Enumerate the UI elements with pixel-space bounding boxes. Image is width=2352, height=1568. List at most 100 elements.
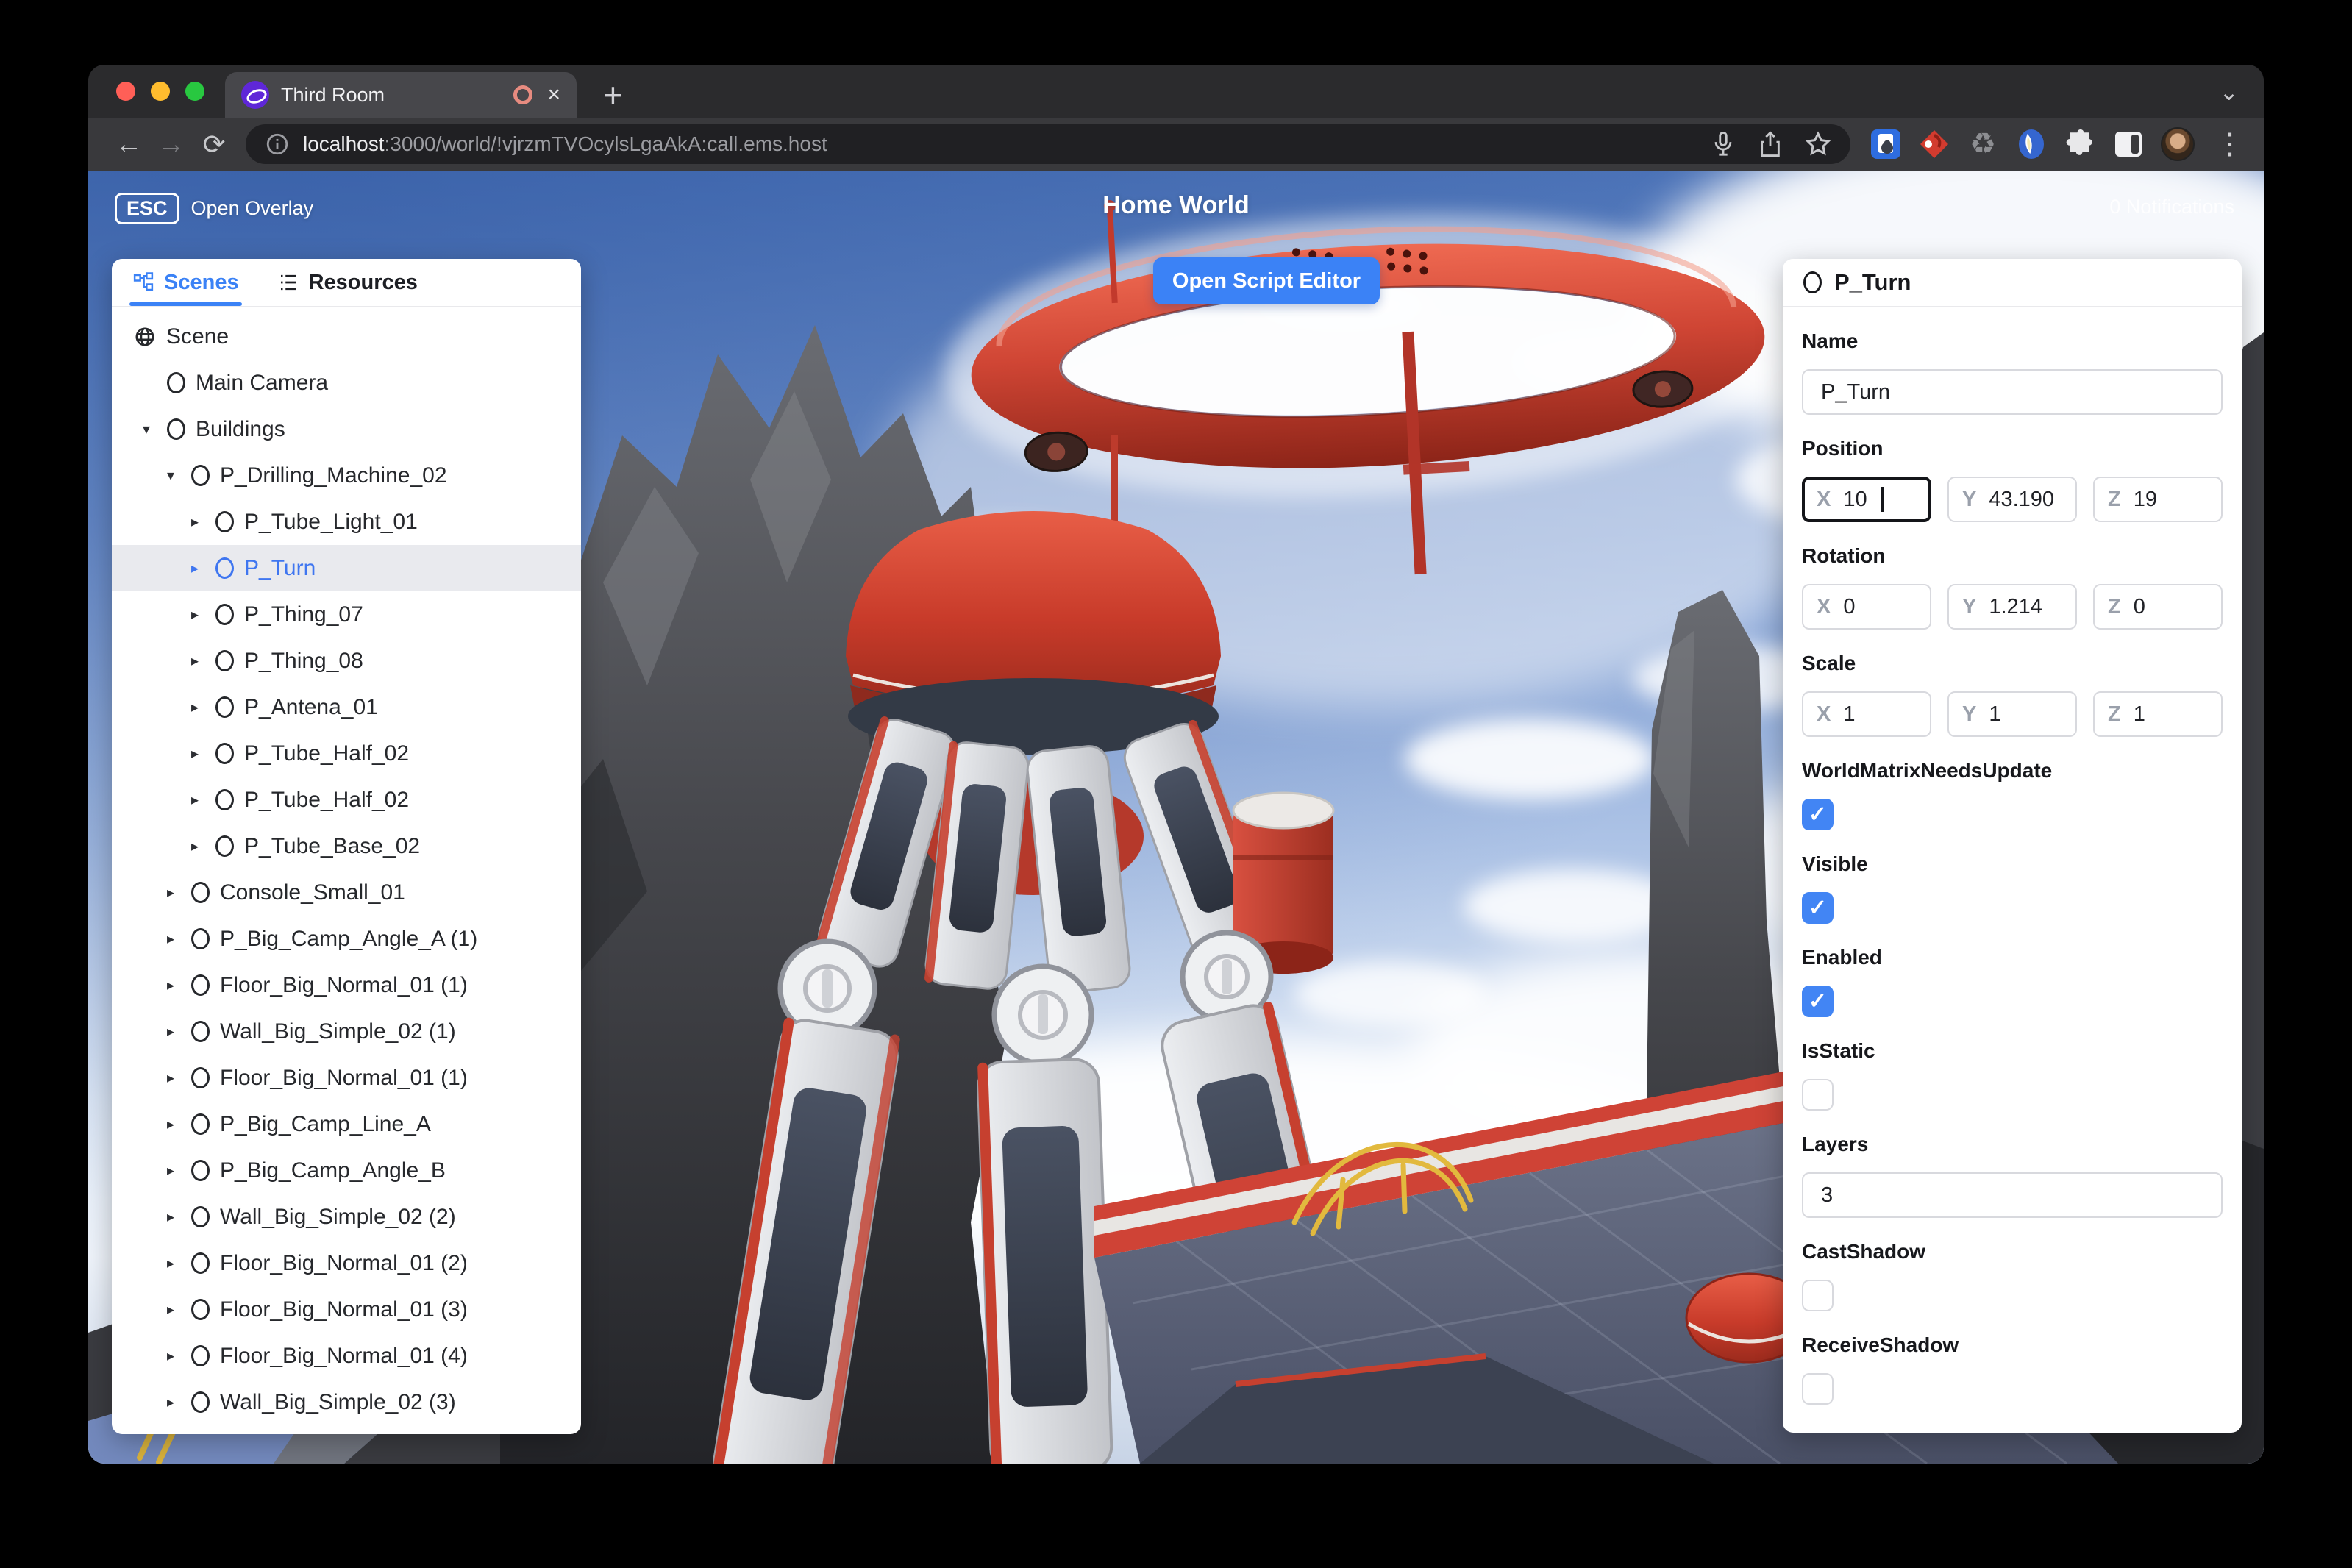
tree-row-floor-big-normal-01-1-[interactable]: ▸ Floor_Big_Normal_01 (1)	[112, 1055, 581, 1101]
tree-row-p-big-camp-angle-b[interactable]: ▸ P_Big_Camp_Angle_B	[112, 1147, 581, 1194]
tree-row-scene[interactable]: Scene	[112, 313, 581, 360]
close-window-button[interactable]	[116, 82, 135, 101]
browser-tab[interactable]: Third Room ×	[225, 72, 577, 118]
tree-row-p-tube-half-02[interactable]: ▸ P_Tube_Half_02	[112, 777, 581, 823]
tree-row-floor-big-normal-01-1-[interactable]: ▸ Floor_Big_Normal_01 (1)	[112, 962, 581, 1008]
scene-tree: Scene Main Camera ▾ Buildings ▾ P_Drilling_Ma…	[112, 307, 581, 1425]
enabled-checkbox[interactable]: ✓	[1802, 986, 1834, 1017]
scale-field-y-input[interactable]: Y1	[1947, 691, 2077, 737]
caret-right-icon[interactable]: ▸	[191, 837, 215, 855]
tree-row-label: P_Thing_07	[244, 602, 363, 627]
caret-right-icon[interactable]: ▸	[191, 559, 215, 577]
tree-row-floor-big-normal-01-3-[interactable]: ▸ Floor_Big_Normal_01 (3)	[112, 1286, 581, 1333]
globe-icon	[134, 325, 156, 349]
blue-circle-extension-icon[interactable]	[2015, 128, 2048, 160]
tree-row-p-turn[interactable]: ▸ P_Turn	[112, 545, 581, 591]
minimize-window-button[interactable]	[151, 82, 170, 101]
address-bar[interactable]: localhost:3000/world/!vjrzmTVOcylsLgaAkA…	[246, 124, 1850, 164]
tree-row-p-thing-07[interactable]: ▸ P_Thing_07	[112, 591, 581, 638]
visible-checkbox[interactable]: ✓	[1802, 892, 1834, 924]
receiveshadow-checkbox[interactable]	[1802, 1373, 1834, 1405]
caret-right-icon[interactable]: ▸	[167, 1393, 191, 1411]
caret-right-icon[interactable]: ▸	[191, 791, 215, 809]
notifications-status[interactable]: 0 Notifications	[2109, 196, 2234, 218]
caret-right-icon[interactable]: ▸	[167, 1161, 191, 1180]
position-field-z-input[interactable]: Z 19	[2093, 477, 2223, 522]
tree-row-p-big-camp-line-a[interactable]: ▸ P_Big_Camp_Line_A	[112, 1101, 581, 1147]
extensions-puzzle-icon[interactable]	[2064, 128, 2096, 160]
tree-row-console-small-01[interactable]: ▸ Console_Small_01	[112, 869, 581, 916]
back-icon[interactable]: ←	[107, 129, 150, 160]
scale-field-z-input[interactable]: Z1	[2093, 691, 2223, 737]
rotation-field-y-input[interactable]: Y 1.214	[1947, 584, 2077, 630]
caret-right-icon[interactable]: ▸	[167, 1347, 191, 1365]
node-circle-icon	[191, 1391, 210, 1413]
caret-right-icon[interactable]: ▸	[191, 605, 215, 624]
zoom-window-button[interactable]	[185, 82, 204, 101]
password-manager-icon[interactable]	[1870, 128, 1902, 160]
bookmark-star-icon[interactable]	[1805, 131, 1831, 157]
caret-right-icon[interactable]: ▸	[167, 1300, 191, 1319]
caret-right-icon[interactable]: ▸	[191, 698, 215, 716]
profile-avatar[interactable]	[2161, 127, 2195, 161]
name-field-input[interactable]: P_Turn	[1802, 369, 2223, 415]
menu-icon[interactable]: ⋮	[2215, 127, 2245, 161]
caret-down-icon[interactable]: ▾	[143, 420, 167, 438]
tree-row-p-thing-08[interactable]: ▸ P_Thing_08	[112, 638, 581, 684]
caret-right-icon[interactable]: ▸	[191, 513, 215, 531]
tree-row-wall-big-simple-02-3-[interactable]: ▸ Wall_Big_Simple_02 (3)	[112, 1379, 581, 1425]
layers-field-input[interactable]: 3	[1802, 1172, 2223, 1218]
input-value: 1	[1843, 702, 1856, 726]
red-diamond-extension-icon[interactable]	[1918, 128, 1950, 160]
scale-field-x-input[interactable]: X1	[1802, 691, 1931, 737]
caret-right-icon[interactable]: ▸	[167, 1022, 191, 1041]
rotation-field-z-input[interactable]: Z0	[2093, 584, 2223, 630]
caret-right-icon[interactable]: ▸	[191, 652, 215, 670]
tree-row-p-antena-01[interactable]: ▸ P_Antena_01	[112, 684, 581, 730]
caret-down-icon[interactable]: ▾	[167, 466, 191, 485]
position-field-y-input[interactable]: Y 43.190	[1947, 477, 2077, 522]
tab-resources[interactable]: Resources	[277, 259, 418, 306]
tab-scenes[interactable]: Scenes	[129, 259, 242, 306]
forward-icon[interactable]: →	[150, 129, 193, 160]
caret-right-icon[interactable]: ▸	[167, 1115, 191, 1133]
node-circle-icon	[215, 835, 234, 857]
mic-icon[interactable]	[1711, 130, 1736, 158]
caret-right-icon[interactable]: ▸	[167, 1254, 191, 1272]
tree-row-label: P_Thing_08	[244, 648, 363, 673]
worldmatrixneedsupdate-checkbox[interactable]: ✓	[1802, 799, 1834, 830]
side-panel-icon[interactable]	[2112, 128, 2145, 160]
recycle-extension-icon[interactable]: ♻	[1967, 128, 1999, 160]
caret-right-icon[interactable]: ▸	[167, 1069, 191, 1087]
caret-right-icon[interactable]: ▸	[167, 883, 191, 902]
tree-row-p-big-camp-angle-a-1-[interactable]: ▸ P_Big_Camp_Angle_A (1)	[112, 916, 581, 962]
open-script-editor-button[interactable]: Open Script Editor	[1153, 257, 1380, 304]
tree-row-p-tube-half-02[interactable]: ▸ P_Tube_Half_02	[112, 730, 581, 777]
tree-row-wall-big-simple-02-2-[interactable]: ▸ Wall_Big_Simple_02 (2)	[112, 1194, 581, 1240]
caret-right-icon[interactable]: ▸	[167, 976, 191, 994]
tree-row-wall-big-simple-02-1-[interactable]: ▸ Wall_Big_Simple_02 (1)	[112, 1008, 581, 1055]
third-room-favicon	[241, 81, 269, 109]
isstatic-checkbox[interactable]	[1802, 1079, 1834, 1111]
hierarchy-panel-tabs: Scenes Resources	[112, 259, 581, 307]
reload-icon[interactable]: ⟳	[193, 129, 235, 160]
caret-right-icon[interactable]: ▸	[167, 1208, 191, 1226]
tree-row-buildings[interactable]: ▾ Buildings	[112, 406, 581, 452]
tree-row-p-drilling-machine-02[interactable]: ▾ P_Drilling_Machine_02	[112, 452, 581, 499]
tree-row-p-tube-base-02[interactable]: ▸ P_Tube_Base_02	[112, 823, 581, 869]
tree-row-floor-big-normal-01-2-[interactable]: ▸ Floor_Big_Normal_01 (2)	[112, 1240, 581, 1286]
position-field-x-input[interactable]: X 10	[1802, 477, 1931, 522]
caret-right-icon[interactable]: ▸	[191, 744, 215, 763]
rotation-field-x-input[interactable]: X0	[1802, 584, 1931, 630]
tree-row-p-tube-light-01[interactable]: ▸ P_Tube_Light_01	[112, 499, 581, 545]
caret-right-icon[interactable]: ▸	[167, 930, 191, 948]
tree-row-main-camera[interactable]: Main Camera	[112, 360, 581, 406]
site-info-icon[interactable]	[265, 132, 290, 157]
axis-label: Y	[1962, 594, 1977, 619]
tab-close-icon[interactable]: ×	[547, 84, 560, 106]
tree-row-floor-big-normal-01-4-[interactable]: ▸ Floor_Big_Normal_01 (4)	[112, 1333, 581, 1379]
tab-search-chevron-icon[interactable]: ⌄	[2219, 78, 2239, 106]
share-icon[interactable]	[1758, 130, 1783, 158]
new-tab-button[interactable]: +	[603, 75, 623, 115]
castshadow-checkbox[interactable]	[1802, 1280, 1834, 1311]
